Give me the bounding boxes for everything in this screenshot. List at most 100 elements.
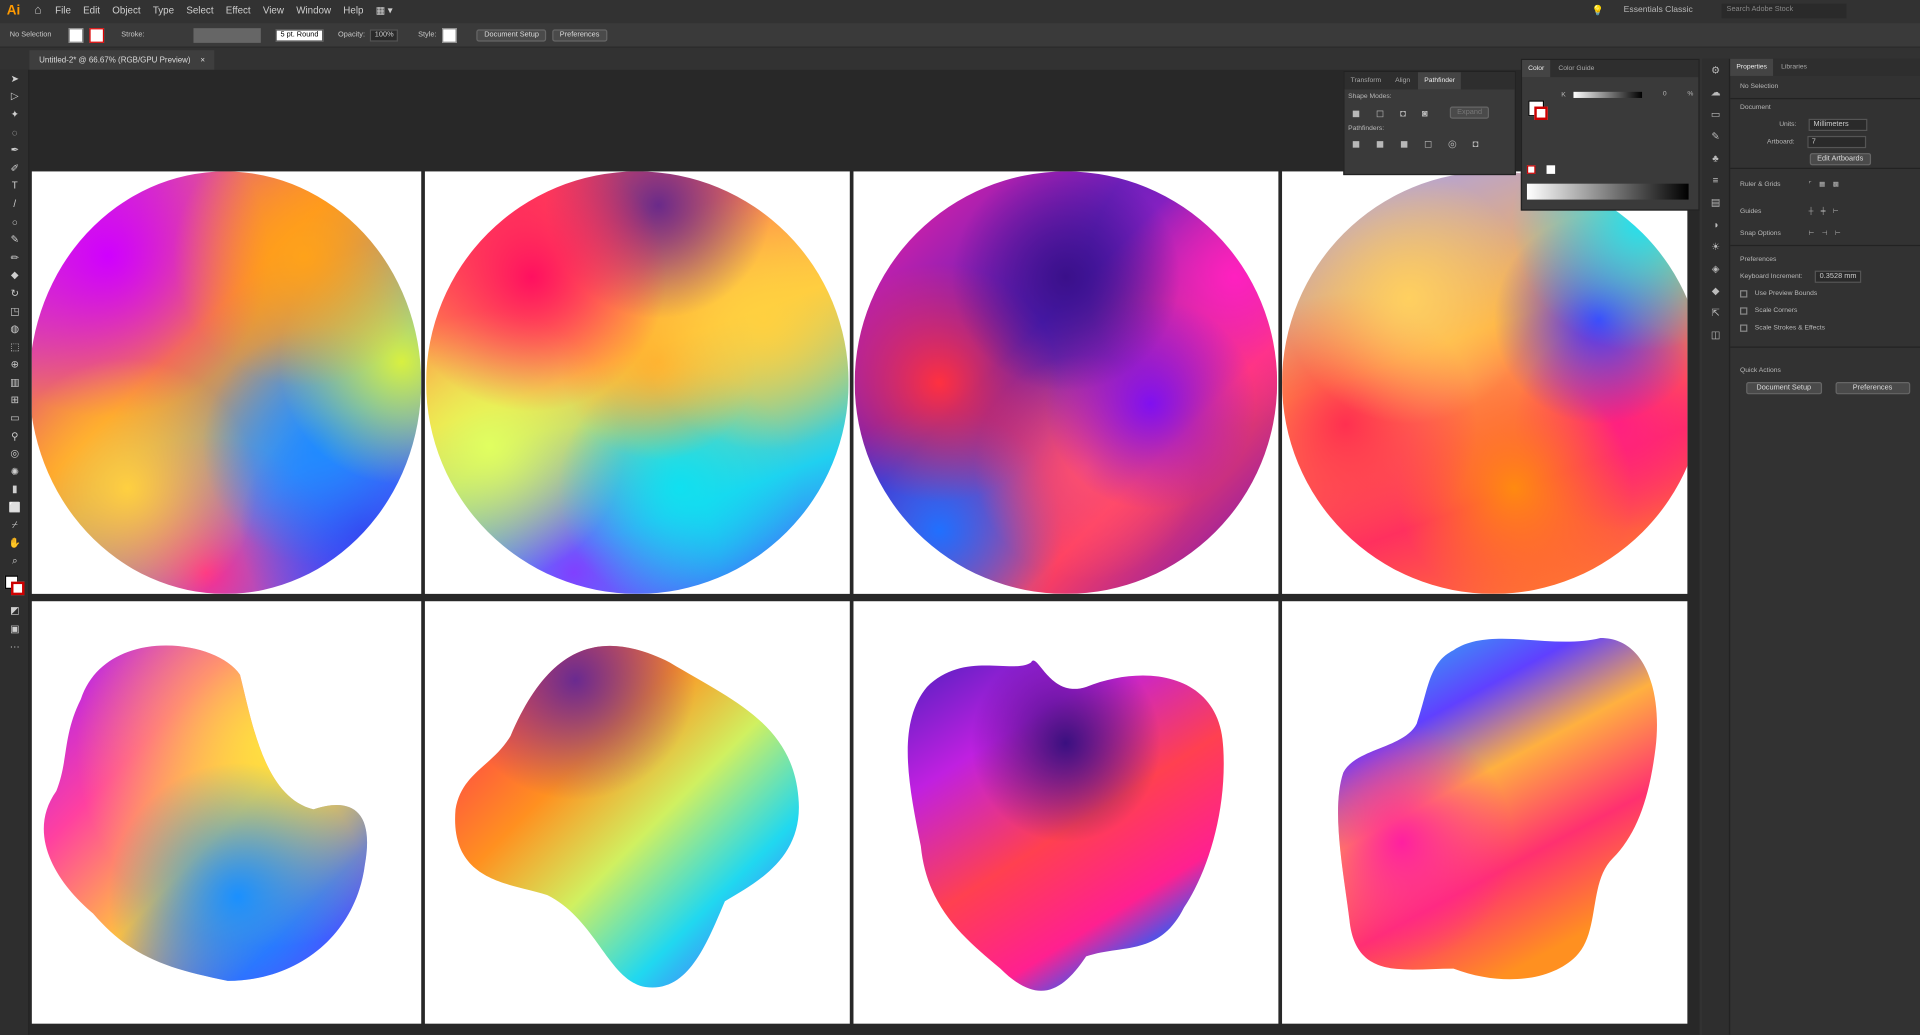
brush-definition[interactable]: 5 pt. Round [275,28,324,42]
exclude-icon[interactable]: ◙ [1422,107,1428,118]
arrange-documents-icon[interactable]: ▦ ▾ [370,5,399,16]
quick-preferences-button[interactable]: Preferences [1834,382,1911,395]
grid-icon[interactable]: ▦ [1819,181,1825,188]
ellipse-tool-icon[interactable]: ○ [0,213,29,231]
tab-properties[interactable]: Properties [1730,58,1774,76]
properties-icon[interactable]: ⚙ [1702,59,1729,81]
lightbulb-icon[interactable]: 💡 [1592,5,1604,16]
gradient-circle[interactable] [854,171,1278,594]
minus-back-icon[interactable]: ◘ [1473,138,1479,149]
gradient-tool-icon[interactable]: ▭ [0,409,29,427]
snap-pixel-icon[interactable]: ⊢ [1835,230,1841,237]
gradient-icon[interactable]: ▤ [1702,191,1729,213]
outline-icon[interactable]: ◎ [1448,138,1457,149]
pen-tool-icon[interactable]: ✒ [0,141,29,159]
layers-icon[interactable]: ◆ [1702,279,1729,301]
menu-view[interactable]: View [257,5,290,16]
ruler-icon[interactable]: ⌜ [1809,181,1812,188]
artboard-3[interactable] [853,171,1279,594]
zoom-tool-icon[interactable]: ⌕ [0,552,29,570]
merge-icon[interactable]: ◼ [1400,138,1408,149]
color-spectrum[interactable] [1526,183,1689,200]
gradient-circle[interactable] [1282,171,1688,594]
free-transform-icon[interactable]: ⬚ [0,338,29,356]
snap-grid-icon[interactable]: ⊣ [1822,230,1828,237]
stock-search-input[interactable]: Search Adobe Stock [1721,3,1847,18]
menu-help[interactable]: Help [337,5,369,16]
crop-icon[interactable]: ◻ [1424,138,1432,149]
menu-select[interactable]: Select [180,5,219,16]
stroke-swatch[interactable] [89,27,105,43]
document-setup-button[interactable]: Document Setup [476,28,547,42]
artboard-select[interactable]: 7 [1806,135,1866,149]
transparency-icon[interactable]: ◑ [1702,213,1729,235]
symbols-icon[interactable]: ♣ [1702,147,1729,169]
rotate-tool-icon[interactable]: ↻ [0,284,29,302]
menu-edit[interactable]: Edit [77,5,106,16]
snap-point-icon[interactable]: ⊢ [1809,230,1815,237]
preferences-button[interactable]: Preferences [552,28,607,42]
style-swatch[interactable] [442,27,458,43]
hand-tool-icon[interactable]: ✋ [0,534,29,552]
lasso-icon[interactable]: ◌ [0,123,29,141]
artboard-1[interactable] [31,171,422,594]
screen-mode-icon[interactable]: ▣ [0,620,29,638]
symbol-sprayer-icon[interactable]: ✺ [0,463,29,481]
more-tools-icon[interactable]: ⋯ [0,638,29,656]
tab-color[interactable]: Color [1522,60,1551,78]
close-icon[interactable]: × [200,56,205,65]
stroke-color-icon[interactable] [11,581,25,595]
menu-window[interactable]: Window [290,5,337,16]
workspace-switcher[interactable]: Essentials Classic [1624,6,1693,15]
artboard-2[interactable] [424,171,850,594]
libraries-icon[interactable]: ☁ [1702,81,1729,103]
menu-object[interactable]: Object [106,5,147,16]
tab-align[interactable]: Align [1389,72,1416,89]
curvature-tool-icon[interactable]: ✐ [0,159,29,177]
eraser-icon[interactable]: ◆ [0,266,29,284]
edit-artboards-button[interactable]: Edit Artboards [1809,153,1871,166]
selection-tool-icon[interactable]: ➤ [0,70,29,88]
menu-effect[interactable]: Effect [220,5,257,16]
none-swatch[interactable] [1526,165,1536,174]
graph-tool-icon[interactable]: ▮ [0,481,29,499]
artboards-icon[interactable]: ▭ [1702,103,1729,125]
magic-wand-icon[interactable]: ✦ [0,106,29,124]
units-select[interactable]: Millimeters [1808,118,1868,132]
asset-export-icon[interactable]: ⇱ [1702,301,1729,323]
k-value[interactable]: 0 [1663,91,1667,98]
artboards-panel-icon[interactable]: ◫ [1702,323,1729,345]
scale-tool-icon[interactable]: ◳ [0,302,29,320]
menu-file[interactable]: File [49,5,77,16]
keyboard-increment-field[interactable]: 0.3528 mm [1814,270,1862,283]
intersect-icon[interactable]: ◘ [1400,107,1406,118]
stroke-color-icon[interactable] [1534,106,1548,121]
warp-tool-icon[interactable]: ◍ [0,320,29,338]
shape-builder-icon[interactable]: ⊕ [0,356,29,374]
gradient-blob[interactable] [853,601,1278,1023]
brushes-icon[interactable]: ✎ [1702,125,1729,147]
slice-tool-icon[interactable]: ⌿ [0,517,29,535]
unite-icon[interactable]: ◼ [1352,107,1360,118]
tab-color-guide[interactable]: Color Guide [1552,60,1600,77]
document-tab[interactable]: Untitled-2* @ 66.67% (RGB/GPU Preview) × [29,50,215,70]
menu-type[interactable]: Type [147,5,180,16]
artboard-7[interactable] [853,601,1279,1024]
white-swatch[interactable] [1546,165,1556,174]
direct-selection-tool-icon[interactable]: ▷ [0,88,29,106]
gradient-circle[interactable] [426,171,849,594]
draw-mode-icon[interactable]: ◩ [0,602,29,620]
smart-guides-icon[interactable]: ⊢ [1833,208,1839,215]
eyedropper-icon[interactable]: ⚲ [0,427,29,445]
stroke-icon[interactable]: ≡ [1702,169,1729,191]
gradient-blob[interactable] [1282,601,1687,1023]
tab-pathfinder[interactable]: Pathfinder [1418,72,1462,90]
artboard-8[interactable] [1282,601,1688,1024]
tab-libraries[interactable]: Libraries [1775,59,1813,76]
scale-strokes-checkbox[interactable] [1740,324,1748,332]
artboard-tool-icon[interactable]: ⬜ [0,499,29,517]
pixel-grid-icon[interactable]: ▩ [1833,181,1839,188]
gradient-blob[interactable] [32,601,421,1023]
tab-transform[interactable]: Transform [1345,72,1388,89]
artboard-4[interactable] [1282,171,1688,594]
